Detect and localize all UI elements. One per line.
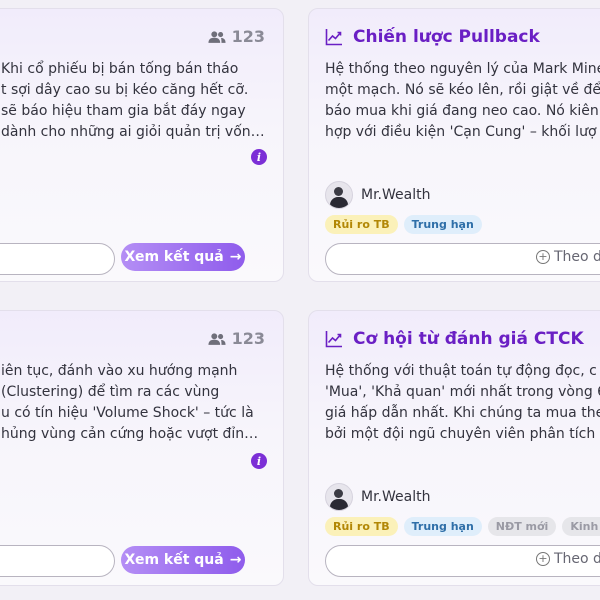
arrow-right-icon: → <box>229 249 242 265</box>
strategy-title[interactable]: Cơ hội từ đánh giá CTCK <box>325 329 584 349</box>
follower-count: 123 <box>208 329 265 348</box>
follow-button[interactable] <box>0 243 115 275</box>
view-results-button[interactable]: Xem kết quả → <box>121 243 245 271</box>
strategy-card[interactable]: 123 Khi cổ phiếu bị bán tống bán tháo t … <box>0 8 284 282</box>
tag-list: Rủi ro TB Trung hạn <box>325 215 482 234</box>
tag-term: Trung hạn <box>403 517 482 536</box>
strategy-card[interactable]: Cơ hội từ đánh giá CTCK Hệ thống với thu… <box>308 310 600 586</box>
strategy-title-text: Chiến lược Pullback <box>353 27 540 47</box>
description-line: báo mua khi giá đang neo cao. Nó kiên <box>325 103 599 119</box>
avatar <box>325 181 353 209</box>
tag-term: Trung hạn <box>403 215 482 234</box>
follow-button[interactable]: + Theo d <box>325 545 600 577</box>
strategy-title[interactable]: Chiến lược Pullback <box>325 27 540 47</box>
avatar <box>325 483 353 511</box>
view-results-label: Xem kết quả <box>124 249 224 265</box>
tag-risk: Rủi ro TB <box>325 517 398 536</box>
follow-button[interactable] <box>0 545 115 577</box>
description-line: u có tín hiệu 'Volume Shock' – tức là <box>1 405 254 421</box>
strategy-card[interactable]: 123 iên tục, đánh vào xu hướng mạnh (Clu… <box>0 310 284 586</box>
follow-label: Theo d <box>554 249 600 265</box>
description-line: một mạch. Nó sẽ kéo lên, rồi giật về để <box>325 82 600 98</box>
follower-count-value: 123 <box>231 329 265 348</box>
description-line: dành cho những ai giỏi quản trị vốn… <box>1 124 265 140</box>
view-results-label: Xem kết quả <box>124 552 224 568</box>
follower-count-value: 123 <box>231 27 265 46</box>
strategy-description: Hệ thống theo nguyên lý của Mark Mine mộ… <box>325 59 600 143</box>
description-line: 'Mua', 'Khả quan' mới nhất trong vòng 6 <box>325 384 600 400</box>
strategy-description: Hệ thống với thuật toán tự động đọc, c '… <box>325 361 600 445</box>
tag-risk: Rủi ro TB <box>325 215 398 234</box>
tag-experience: Kinh ng <box>562 517 600 536</box>
description-line: hủng vùng cản cứng hoặc vượt đỉn… <box>1 426 259 442</box>
description-line: bởi một đội ngũ chuyên viên phân tích <box>325 426 596 442</box>
tag-new-investor: NĐT mới <box>487 517 557 536</box>
description-line: (Clustering) để tìm ra các vùng <box>1 384 220 400</box>
author[interactable]: Mr.Wealth <box>325 483 430 511</box>
description-line: iên tục, đánh vào xu hướng mạnh <box>1 363 238 379</box>
strategy-description: iên tục, đánh vào xu hướng mạnh (Cluster… <box>1 361 271 445</box>
view-results-button[interactable]: Xem kết quả → <box>121 546 245 574</box>
description-line: hợp với điều kiện 'Cạn Cung' – khối lượ <box>325 124 597 140</box>
description-line: t sợi dây cao su bị kéo căng hết cỡ. <box>1 82 249 98</box>
description-line: giá hấp dẫn nhất. Khi chúng ta mua the <box>325 405 600 421</box>
info-icon[interactable]: i <box>251 149 267 165</box>
strategy-title-text: Cơ hội từ đánh giá CTCK <box>353 329 584 349</box>
strategy-card[interactable]: Chiến lược Pullback Hệ thống theo nguyên… <box>308 8 600 282</box>
info-icon[interactable]: i <box>251 453 267 469</box>
description-line: sẽ báo hiệu tham gia bắt đáy ngay <box>1 103 246 119</box>
trending-up-icon <box>325 331 342 348</box>
follow-button[interactable]: + Theo d <box>325 243 600 275</box>
users-icon <box>208 30 226 43</box>
author[interactable]: Mr.Wealth <box>325 181 430 209</box>
author-name: Mr.Wealth <box>361 489 431 505</box>
trending-up-icon <box>325 29 342 46</box>
strategy-description: Khi cổ phiếu bị bán tống bán tháo t sợi … <box>1 59 271 143</box>
author-name: Mr.Wealth <box>361 187 431 203</box>
tag-list: Rủi ro TB Trung hạn NĐT mới Kinh ng <box>325 517 600 536</box>
description-line: Khi cổ phiếu bị bán tống bán tháo <box>1 61 239 77</box>
arrow-right-icon: → <box>229 552 242 568</box>
users-icon <box>208 332 226 345</box>
plus-circle-icon: + <box>536 250 550 264</box>
description-line: Hệ thống với thuật toán tự động đọc, c <box>325 363 597 379</box>
description-line: Hệ thống theo nguyên lý của Mark Mine <box>325 61 600 77</box>
follow-label: Theo d <box>554 551 600 567</box>
follower-count: 123 <box>208 27 265 46</box>
plus-circle-icon: + <box>536 552 550 566</box>
